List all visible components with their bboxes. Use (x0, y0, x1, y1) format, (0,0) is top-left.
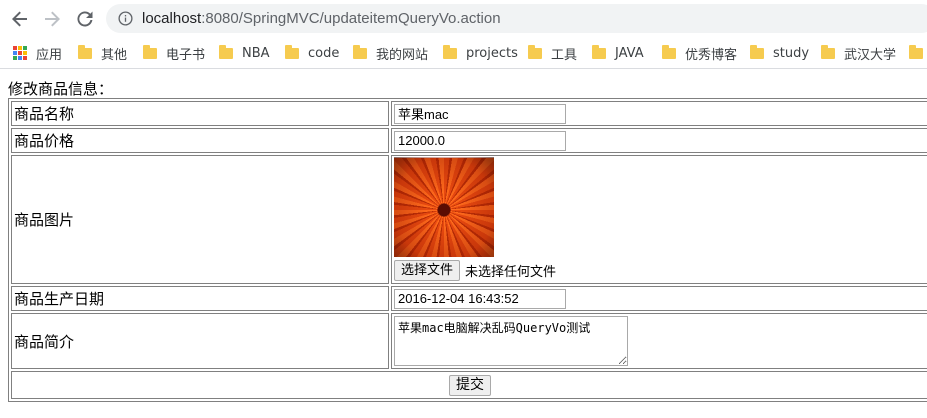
date-label: 商品生产日期 (11, 286, 389, 311)
folder-icon (909, 44, 923, 59)
item-photo (394, 157, 494, 257)
bookmark-label: 电子书 (166, 47, 206, 63)
arrow-left-icon (12, 11, 27, 27)
folder-icon (443, 44, 457, 59)
folder-icon (592, 44, 606, 59)
form-row-name: 商品名称 (11, 101, 927, 126)
back-button[interactable] (8, 7, 32, 31)
apps-grid-icon (13, 46, 27, 60)
form-row-submit: 提交 (11, 371, 927, 399)
detail-textarea[interactable]: 苹果mac电脑解决乱码QueryVo测试 (394, 316, 628, 366)
bookmark-folder[interactable]: 武汉大学 (821, 42, 896, 64)
bookmark-label: projects (466, 45, 518, 61)
form-caption: 修改商品信息： (8, 80, 114, 98)
form-row-image: 商品图片 选择文件 未选择任何文件 (11, 155, 927, 284)
url-text: localhost:8080/SpringMVC/updateitemQuery… (142, 9, 501, 28)
folder-icon (821, 44, 835, 59)
name-cell (391, 101, 927, 126)
bookmark-folder[interactable]: study (750, 42, 809, 64)
price-cell (391, 128, 927, 153)
bookmark-label: study (773, 45, 810, 61)
detail-label: 商品简介 (11, 313, 389, 369)
bookmark-label: 其他 (101, 47, 128, 63)
bookmark-folder[interactable]: code (285, 42, 339, 64)
bookmark-label: 工具 (551, 47, 578, 63)
image-cell: 选择文件 未选择任何文件 (391, 155, 927, 284)
detail-cell: 苹果mac电脑解决乱码QueryVo测试 (391, 313, 927, 369)
form-row-date: 商品生产日期 (11, 286, 927, 311)
folder-icon (662, 44, 676, 59)
folder-icon (143, 44, 157, 59)
name-label: 商品名称 (11, 101, 389, 126)
bookmark-folder[interactable]: 工具 (528, 42, 577, 64)
folder-icon (219, 44, 233, 59)
address-bar[interactable]: localhost:8080/SpringMVC/updateitemQuery… (106, 4, 927, 33)
bookmark-folder[interactable]: JAVA (592, 42, 644, 64)
bookmarks-bar: 应用 其他 电子书 NBA code 我的网站 projects 工具 JAVA… (0, 37, 927, 69)
price-label: 商品价格 (11, 128, 389, 153)
choose-file-button[interactable]: 选择文件 (394, 260, 461, 281)
bookmark-folder[interactable]: 优秀博客 (662, 42, 737, 64)
info-icon[interactable] (118, 11, 133, 26)
price-input[interactable] (394, 130, 566, 151)
bookmark-apps[interactable]: 应用 (13, 42, 62, 64)
name-input[interactable] (394, 103, 566, 124)
date-cell (391, 286, 927, 311)
submit-cell: 提交 (11, 371, 927, 399)
forward-button[interactable] (40, 7, 64, 31)
form-row-price: 商品价格 (11, 128, 927, 153)
url-host: localhost (142, 10, 202, 27)
folder-icon (78, 44, 92, 59)
bookmark-label: JAVA (615, 45, 644, 61)
date-input[interactable] (394, 288, 566, 309)
bookmark-folder[interactable]: 我的网站 (353, 42, 428, 64)
bookmark-folder[interactable]: projects (443, 42, 518, 64)
image-label: 商品图片 (11, 155, 389, 284)
form-row-detail: 商品简介 苹果mac电脑解决乱码QueryVo测试 (11, 313, 927, 369)
arrow-right-icon (45, 11, 60, 27)
folder-icon (353, 44, 367, 59)
folder-icon (285, 44, 299, 59)
url-path: :8080/SpringMVC/updateitemQueryVo.action (201, 10, 501, 27)
bookmark-label: 应用 (36, 47, 63, 63)
submit-button[interactable]: 提交 (449, 374, 491, 396)
reload-button[interactable] (73, 7, 97, 31)
edit-item-form: 商品名称 商品价格 商品图片 选择文件 未选择任何文件 商品生产日期 商品简介 … (8, 98, 927, 402)
bookmark-label: 武汉大学 (844, 47, 897, 63)
browser-toolbar: localhost:8080/SpringMVC/updateitemQuery… (0, 0, 927, 37)
file-picker: 选择文件 未选择任何文件 (394, 260, 926, 281)
bookmark-folder-partial[interactable] (909, 42, 927, 64)
flower-image (394, 158, 494, 257)
bookmark-label: 我的网站 (376, 47, 429, 63)
reload-icon (77, 11, 93, 27)
bookmark-folder[interactable]: NBA (219, 42, 270, 64)
bookmark-label: NBA (242, 45, 270, 61)
folder-icon (528, 44, 542, 59)
folder-icon (750, 44, 764, 59)
file-status-text: 未选择任何文件 (465, 265, 557, 280)
bookmark-label: 优秀博客 (685, 47, 738, 63)
bookmark-folder[interactable]: 其他 (78, 42, 127, 64)
bookmark-label: code (308, 45, 340, 61)
page-content: 修改商品信息： 商品名称 商品价格 商品图片 选择文件 未选择任何文件 商品生产… (0, 69, 927, 418)
bookmark-folder[interactable]: 电子书 (143, 42, 205, 64)
